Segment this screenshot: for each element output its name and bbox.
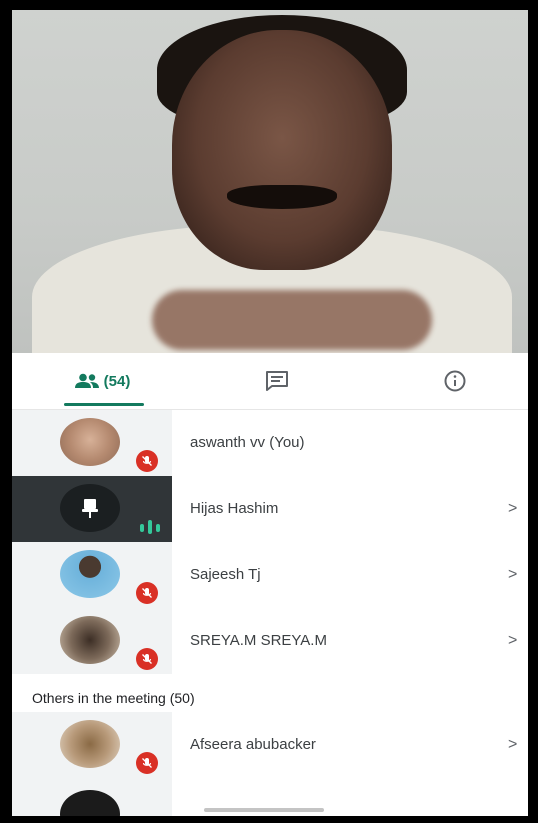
mic-off-icon bbox=[136, 752, 158, 774]
avatar bbox=[60, 550, 120, 598]
home-indicator[interactable] bbox=[204, 808, 324, 812]
chevron-right-icon[interactable]: > bbox=[508, 712, 517, 778]
avatar bbox=[60, 418, 120, 466]
tab-chat[interactable] bbox=[252, 353, 302, 409]
participant-name: Afseera abubacker bbox=[190, 736, 316, 753]
info-icon bbox=[444, 370, 466, 392]
tab-info[interactable] bbox=[430, 353, 480, 409]
mic-off-icon bbox=[136, 648, 158, 670]
main-video-tile[interactable] bbox=[12, 10, 528, 353]
tab-bar: (54) bbox=[12, 353, 528, 410]
participant-avatar-area bbox=[12, 476, 172, 542]
participant-avatar-area bbox=[12, 608, 172, 674]
participant-avatar-area bbox=[12, 410, 172, 476]
tab-people-underline bbox=[64, 403, 144, 406]
participant-row[interactable]: Sajeesh Tj > bbox=[12, 542, 528, 608]
pin-icon bbox=[60, 484, 120, 532]
others-section-header: Others in the meeting (50) bbox=[32, 690, 195, 706]
chevron-right-icon[interactable]: > bbox=[508, 608, 517, 674]
participant-name: aswanth vv (You) bbox=[190, 434, 305, 451]
chevron-right-icon[interactable]: > bbox=[508, 476, 517, 542]
video-hands bbox=[152, 290, 432, 350]
participant-avatar-area bbox=[12, 778, 172, 816]
participant-name: Sajeesh Tj bbox=[190, 566, 261, 583]
mic-off-icon bbox=[136, 582, 158, 604]
people-icon bbox=[74, 373, 99, 388]
mic-off-icon bbox=[136, 450, 158, 472]
participant-avatar-area bbox=[12, 542, 172, 608]
participant-row[interactable]: aswanth vv (You) bbox=[12, 410, 528, 476]
participant-row[interactable]: SREYA.M SREYA.M > bbox=[12, 608, 528, 674]
participant-name: Hijas Hashim bbox=[190, 500, 279, 517]
video-mustache bbox=[227, 185, 337, 209]
chat-icon bbox=[266, 371, 288, 391]
speaking-indicator-icon bbox=[140, 520, 160, 534]
avatar bbox=[60, 616, 120, 664]
participant-row[interactable]: Hijas Hashim > bbox=[12, 476, 528, 542]
meeting-frame: (54) aswanth vv (You) Hijas Hashim > Saj… bbox=[12, 10, 528, 816]
participant-name: SREYA.M SREYA.M bbox=[190, 632, 327, 649]
participant-row[interactable]: Afseera abubacker > bbox=[12, 712, 528, 778]
chevron-right-icon[interactable]: > bbox=[508, 542, 517, 608]
avatar bbox=[60, 790, 120, 816]
tab-people[interactable]: (54) bbox=[52, 353, 152, 409]
video-face bbox=[172, 30, 392, 270]
people-count: (54) bbox=[103, 372, 131, 390]
participant-avatar-area bbox=[12, 712, 172, 778]
avatar bbox=[60, 720, 120, 768]
